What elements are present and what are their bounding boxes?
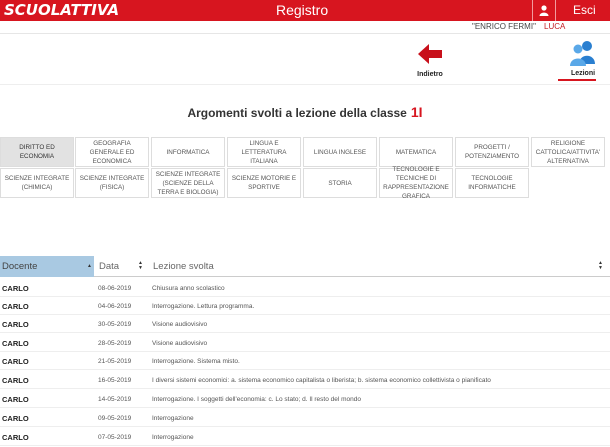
subject-tab-matematica[interactable]: MATEMATICA <box>379 137 453 167</box>
class-name: 1I <box>410 104 423 120</box>
table-row: CARLO 28-05-2019 Visione audiovisivo <box>0 334 610 352</box>
cell-data: 14-05-2019 <box>98 395 132 403</box>
logout-button[interactable]: Esci <box>573 3 596 17</box>
cell-lezione: Interrogazione. Lettura programma. <box>152 302 255 310</box>
sort-both-icon: ▲ ▼ <box>598 260 603 271</box>
table-header: Docente ▲ Data ▲ ▼ Lezione svolta ▲ ▼ <box>0 256 610 277</box>
column-label-data: Data <box>99 261 120 272</box>
table-row: CARLO 30-05-2019 Visione audiovisivo <box>0 315 610 333</box>
table-row: CARLO 07-05-2019 Interrogazione <box>0 428 610 446</box>
cell-docente: CARLO <box>2 319 29 329</box>
back-button[interactable]: Indietro <box>413 43 447 78</box>
cell-data: 08-06-2019 <box>98 284 132 292</box>
cell-lezione: Visione audiovisivo <box>152 320 208 328</box>
subject-tab-diritto[interactable]: DIRITTO ED ECONOMIA <box>0 137 74 167</box>
cell-docente: CARLO <box>2 432 29 442</box>
cell-lezione: Interrogazione <box>152 433 194 441</box>
subject-tab-inglese[interactable]: LINGUA INGLESE <box>303 137 377 167</box>
cell-data: 28-05-2019 <box>98 339 132 347</box>
table-row: CARLO 08-06-2019 Chiusura anno scolastic… <box>0 279 610 297</box>
sort-asc-icon: ▲ <box>87 263 92 269</box>
subject-tab-grafica[interactable]: TECNOLOGIE E TECNICHE DI RAPPRESENTAZION… <box>379 166 453 200</box>
cell-data: 30-05-2019 <box>98 320 132 328</box>
subject-tab-informatica[interactable]: INFORMATICA <box>151 137 225 167</box>
cell-docente: CARLO <box>2 338 29 348</box>
page-heading: Argomenti svolti a lezione della classe <box>187 106 407 120</box>
arrow-left-icon <box>418 44 442 64</box>
column-header-data[interactable]: Data ▲ ▼ <box>97 256 147 277</box>
subject-tab-religione[interactable]: RELIGIONE CATTOLICA/ATTIVITA' ALTERNATIV… <box>531 137 605 167</box>
lessons-button[interactable]: Lezioni <box>567 39 599 77</box>
cell-data: 07-05-2019 <box>98 433 132 441</box>
cell-docente: CARLO <box>2 283 29 293</box>
subject-tab-italiano[interactable]: LINGUA E LETTERATURA ITALIANA <box>227 137 301 167</box>
cell-lezione: Interrogazione <box>152 414 194 422</box>
user-button[interactable] <box>532 0 556 21</box>
back-label: Indietro <box>417 71 443 78</box>
table-row: CARLO 04-06-2019 Interrogazione. Lettura… <box>0 297 610 315</box>
cell-data: 04-06-2019 <box>98 302 132 310</box>
cell-data: 09-05-2019 <box>98 414 132 422</box>
cell-data: 16-05-2019 <box>98 376 132 384</box>
cell-lezione: Visione audiovisivo <box>152 339 208 347</box>
user-name: LUCA <box>544 22 566 31</box>
school-name: "ENRICO FERMI" <box>472 22 536 31</box>
table-row: CARLO 14-05-2019 Interrogazione. I sogge… <box>0 390 610 408</box>
app-logo[interactable]: SCUOLATTIVA <box>4 1 119 19</box>
cell-lezione: I diversi sistemi economici: a. sistema … <box>152 376 491 384</box>
subject-tab-fisica[interactable]: SCIENZE INTEGRATE (FISICA) <box>75 168 149 198</box>
subject-tab-scienze-terra[interactable]: SCIENZE INTEGRATE (SCIENZE DELLA TERRA E… <box>151 168 225 198</box>
user-icon <box>539 5 549 16</box>
column-label-lezione: Lezione svolta <box>153 261 214 272</box>
cell-lezione: Interrogazione. Sistema misto. <box>152 357 240 365</box>
active-tab-indicator <box>558 79 596 81</box>
lessons-label: Lezioni <box>570 70 596 77</box>
cell-data: 21-05-2019 <box>98 357 132 365</box>
divider <box>0 33 610 34</box>
cell-docente: CARLO <box>2 413 29 423</box>
subject-tab-progetti[interactable]: PROGETTI / POTENZIAMENTO <box>455 137 529 167</box>
column-label-docente: Docente <box>2 261 38 272</box>
cell-docente: CARLO <box>2 375 29 385</box>
subject-tab-motorie[interactable]: SCIENZE MOTORIE E SPORTIVE <box>227 168 301 198</box>
table-row: CARLO 16-05-2019 I diversi sistemi econo… <box>0 371 610 389</box>
cell-lezione: Chiusura anno scolastico <box>152 284 225 292</box>
app-title: Registro <box>276 2 329 18</box>
cell-docente: CARLO <box>2 356 29 366</box>
divider <box>0 84 610 85</box>
cell-lezione: Interrogazione. I soggetti dell'economia… <box>152 395 361 403</box>
subject-tab-tecnologie-informatiche[interactable]: TECNOLOGIE INFORMATICHE <box>455 168 529 198</box>
users-icon <box>570 41 595 66</box>
subject-tab-chimica[interactable]: SCIENZE INTEGRATE (CHIMICA) <box>0 168 74 198</box>
school-info: "ENRICO FERMI" LUCA <box>472 22 565 31</box>
page-title: Argomenti svolti a lezione della classe 1… <box>0 104 610 120</box>
cell-docente: CARLO <box>2 301 29 311</box>
top-bar: SCUOLATTIVA Registro Esci <box>0 0 610 21</box>
table-row: CARLO 21-05-2019 Interrogazione. Sistema… <box>0 352 610 370</box>
sort-both-icon: ▲ ▼ <box>138 260 143 271</box>
table-row: CARLO 09-05-2019 Interrogazione <box>0 409 610 427</box>
column-header-lezione[interactable]: Lezione svolta ▲ ▼ <box>150 256 610 277</box>
subject-tab-storia[interactable]: STORIA <box>303 168 377 198</box>
subject-tab-geografia[interactable]: GEOGRAFIA GENERALE ED ECONOMICA <box>75 137 149 167</box>
column-header-docente[interactable]: Docente ▲ <box>0 256 94 277</box>
cell-docente: CARLO <box>2 394 29 404</box>
